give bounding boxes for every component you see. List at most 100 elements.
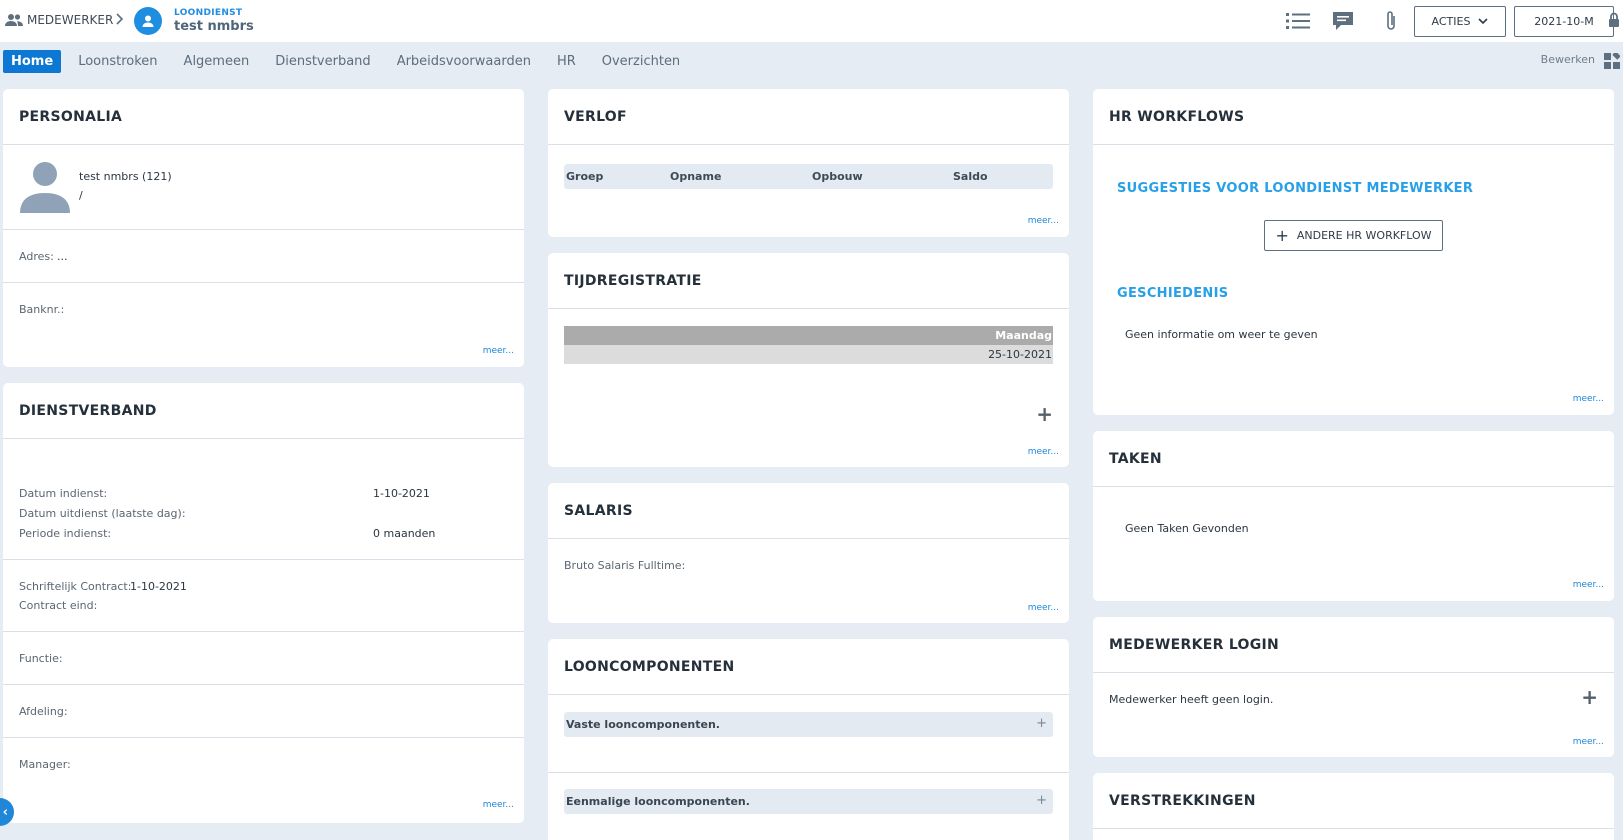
add-login-icon[interactable]: +: [1581, 687, 1598, 707]
address-value: ...: [57, 250, 68, 263]
tasks-empty-text: Geen Taken Gevonden: [1125, 522, 1249, 535]
tijdregistratie-card: TIJDREGISTRATIE Maandag 25-10-2021 + mee…: [548, 253, 1069, 467]
bank-label: Banknr.:: [19, 303, 65, 316]
acties-label: ACTIES: [1431, 15, 1471, 28]
dashboard-layout-icon[interactable]: [1604, 51, 1621, 72]
hr-workflows-card: HR WORKFLOWS SUGGESTIES VOOR LOONDIENST …: [1093, 89, 1614, 415]
dienstverband-title: DIENSTVERBAND: [3, 383, 524, 439]
column-header: Opname: [670, 170, 722, 183]
end-date-label: Datum uitdienst (laatste dag):: [19, 507, 186, 520]
breadcrumb-employees-label: MEDEWERKER: [27, 13, 114, 27]
salaris-card: SALARIS Bruto Salaris Fulltime: meer...: [548, 483, 1069, 623]
tab-overzichten[interactable]: Overzichten: [602, 54, 680, 69]
contract-value: 1-10-2021: [130, 580, 187, 593]
more-link[interactable]: meer...: [1028, 447, 1059, 457]
tab-hr[interactable]: HR: [557, 54, 576, 69]
more-link[interactable]: meer...: [1028, 603, 1059, 613]
paperclip-icon[interactable]: [1378, 9, 1404, 33]
more-link[interactable]: meer...: [483, 346, 514, 356]
looncomponenten-title: LOONCOMPONENTEN: [548, 639, 1069, 695]
tab-dienstverband[interactable]: Dienstverband: [275, 54, 370, 69]
breadcrumb-employees[interactable]: MEDEWERKER: [5, 13, 113, 27]
dienstverband-card: DIENSTVERBAND Datum indienst: 1-10-2021 …: [3, 383, 524, 823]
chevron-left-icon: ‹: [2, 804, 8, 820]
other-hr-workflow-label: ANDERE HR WORKFLOW: [1296, 229, 1432, 242]
tab-algemeen[interactable]: Algemeen: [184, 54, 250, 69]
more-link[interactable]: meer...: [1028, 216, 1059, 226]
taken-card: TAKEN Geen Taken Gevonden meer...: [1093, 431, 1614, 601]
verlof-card: VERLOF Groep Opname Opbouw Saldo meer...: [548, 89, 1069, 237]
tab-arbeidsvoorwaarden[interactable]: Arbeidsvoorwaarden: [397, 54, 531, 69]
divider: [3, 631, 524, 632]
add-time-icon[interactable]: +: [1036, 404, 1053, 424]
divider: [3, 684, 524, 685]
hr-workflows-title: HR WORKFLOWS: [1093, 89, 1614, 145]
manager-label: Manager:: [19, 758, 71, 771]
contract-end-label: Contract eind:: [19, 599, 98, 612]
personalia-card: PERSONALIA test nmbrs (121) / Adres: ...…: [3, 89, 524, 367]
personalia-name: test nmbrs (121): [79, 170, 172, 183]
other-hr-workflow-button[interactable]: + ANDERE HR WORKFLOW: [1264, 220, 1443, 251]
period-button[interactable]: 2021-10-M: [1514, 6, 1614, 37]
column-header: Saldo: [953, 170, 988, 183]
employee-login-title: MEDEWERKER LOGIN: [1093, 617, 1614, 673]
divider: [3, 229, 524, 230]
tab-loonstroken[interactable]: Loonstroken: [78, 54, 157, 69]
verstrekkingen-card: VERSTREKKINGEN: [1093, 773, 1614, 840]
divider: [3, 737, 524, 738]
divider: [3, 282, 524, 283]
chevron-right-icon: [115, 13, 124, 28]
start-date-value: 1-10-2021: [373, 487, 430, 500]
more-link[interactable]: meer...: [1573, 580, 1604, 590]
suggestions-title: SUGGESTIES VOOR LOONDIENST MEDEWERKER: [1117, 181, 1474, 196]
divider: [3, 559, 524, 560]
tijdregistratie-title: TIJDREGISTRATIE: [548, 253, 1069, 309]
fixed-components-label: Vaste looncomponenten.: [566, 718, 720, 731]
day-header: Maandag: [564, 326, 1053, 345]
once-components-row[interactable]: Eenmalige looncomponenten. +: [564, 789, 1053, 814]
acties-button[interactable]: ACTIES: [1414, 6, 1506, 37]
salaris-title: SALARIS: [548, 483, 1069, 539]
contract-label: Schriftelijk Contract:: [19, 580, 132, 593]
person-avatar-icon: [19, 161, 71, 216]
comment-icon[interactable]: [1330, 9, 1356, 33]
main-tabs: Home Loonstroken Algemeen Dienstverband …: [0, 48, 706, 74]
looncomponenten-card: LOONCOMPONENTEN Vaste looncomponenten. +…: [548, 639, 1069, 840]
fixed-components-row[interactable]: Vaste looncomponenten. +: [564, 712, 1053, 737]
history-empty-text: Geen informatie om weer te geven: [1125, 328, 1318, 341]
top-bar: MEDEWERKER LOONDIENST test nmbrs ACTIES …: [0, 0, 1623, 42]
lock-icon[interactable]: [1608, 12, 1620, 31]
no-login-text: Medewerker heeft geen login.: [1109, 693, 1274, 706]
edit-layout-link[interactable]: Bewerken: [1541, 53, 1595, 66]
start-date-label: Datum indienst:: [19, 487, 108, 500]
list-icon[interactable]: [1285, 9, 1311, 33]
plus-icon[interactable]: +: [1036, 716, 1047, 731]
department-label: Afdeling:: [19, 705, 68, 718]
function-label: Functie:: [19, 652, 63, 665]
verlof-table-header: Groep Opname Opbouw Saldo: [564, 164, 1053, 189]
personalia-title: PERSONALIA: [3, 89, 524, 145]
plus-icon: +: [1275, 225, 1289, 245]
verlof-title: VERLOF: [548, 89, 1069, 145]
employee-name: test nmbrs: [174, 19, 254, 34]
employee-login-card: MEDEWERKER LOGIN Medewerker heeft geen l…: [1093, 617, 1614, 757]
once-components-label: Eenmalige looncomponenten.: [566, 795, 750, 808]
more-link[interactable]: meer...: [1573, 737, 1604, 747]
period-label: Periode indienst:: [19, 527, 112, 540]
period-label: 2021-10-M: [1534, 15, 1594, 28]
column-header: Opbouw: [812, 170, 863, 183]
department-label: LOONDIENST: [174, 8, 243, 18]
more-link[interactable]: meer...: [1573, 394, 1604, 404]
person-avatar-icon: [134, 7, 162, 35]
more-link[interactable]: meer...: [483, 800, 514, 810]
day-date: 25-10-2021: [564, 345, 1053, 364]
personalia-subline: /: [79, 189, 83, 202]
users-icon: [5, 13, 23, 27]
tab-home[interactable]: Home: [3, 49, 62, 73]
address-label: Adres:: [19, 250, 54, 263]
period-value: 0 maanden: [373, 527, 436, 540]
gross-salary-label: Bruto Salaris Fulltime:: [564, 559, 686, 572]
column-header: Groep: [566, 170, 604, 183]
divider: [548, 772, 1069, 773]
plus-icon[interactable]: +: [1036, 793, 1047, 808]
